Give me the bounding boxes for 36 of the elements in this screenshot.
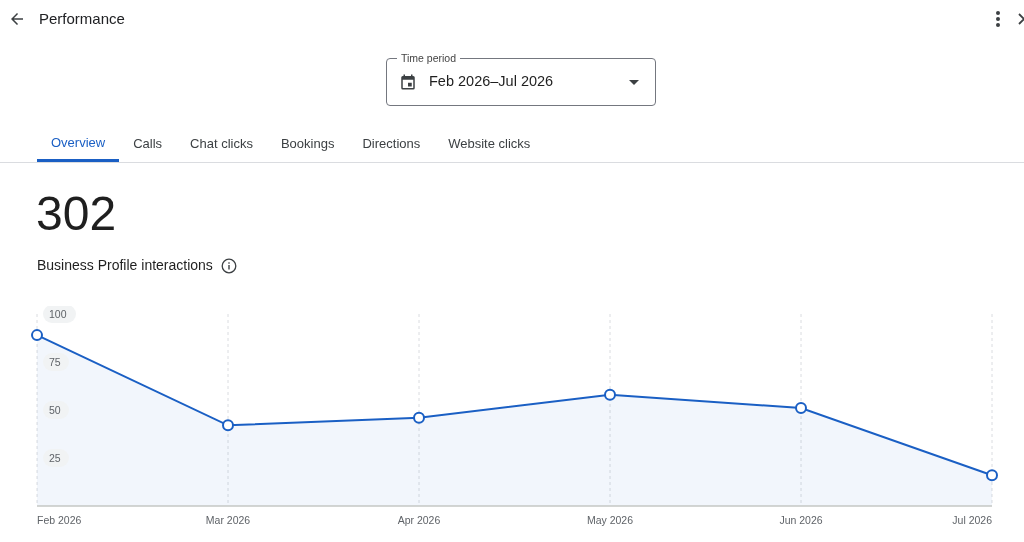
data-point: [986, 469, 998, 482]
y-tick-label: 100: [43, 306, 76, 323]
y-tick-label: 50: [49, 404, 61, 416]
info-icon[interactable]: [220, 257, 237, 274]
tab[interactable]: Chat clicks: [176, 126, 267, 162]
data-point: [795, 402, 807, 415]
metric-label: Business Profile interactions: [37, 256, 213, 275]
field-value: Feb 2026–Jul 2026: [429, 72, 555, 92]
calendar-icon: [399, 73, 417, 91]
data-point: [604, 388, 616, 401]
tab[interactable]: Bookings: [266, 126, 349, 162]
data-point: [222, 419, 234, 432]
x-tick-label: Jun 2026: [779, 514, 823, 526]
tab[interactable]: Overview: [37, 126, 120, 162]
x-tick-label: Apr 2026: [397, 514, 441, 526]
data-point: [413, 411, 425, 424]
total-value: 302: [36, 190, 118, 238]
tab[interactable]: Directions: [348, 126, 435, 162]
page-title: Performance: [39, 8, 125, 29]
y-tick-label: 25: [43, 449, 69, 467]
x-tick-label: May 2026: [586, 514, 634, 526]
y-tick-label: 25: [49, 452, 61, 464]
y-tick-label: 75: [49, 356, 61, 368]
tab[interactable]: Website clicks: [434, 126, 545, 162]
x-tick-label: Jul 2026: [952, 514, 992, 526]
y-tick-label: 75: [43, 353, 69, 371]
field-label: Time period: [397, 51, 461, 65]
x-tick-label: Feb 2026: [37, 514, 82, 526]
y-tick-label: 50: [43, 401, 69, 419]
more-menu-button[interactable]: [996, 11, 1000, 27]
x-tick-label: Mar 2026: [205, 514, 251, 526]
caret-icon: [629, 79, 639, 85]
close-button[interactable]: [1018, 13, 1024, 25]
tab[interactable]: Calls: [119, 126, 177, 162]
y-tick-label: 100: [49, 308, 67, 320]
data-point: [31, 329, 43, 342]
